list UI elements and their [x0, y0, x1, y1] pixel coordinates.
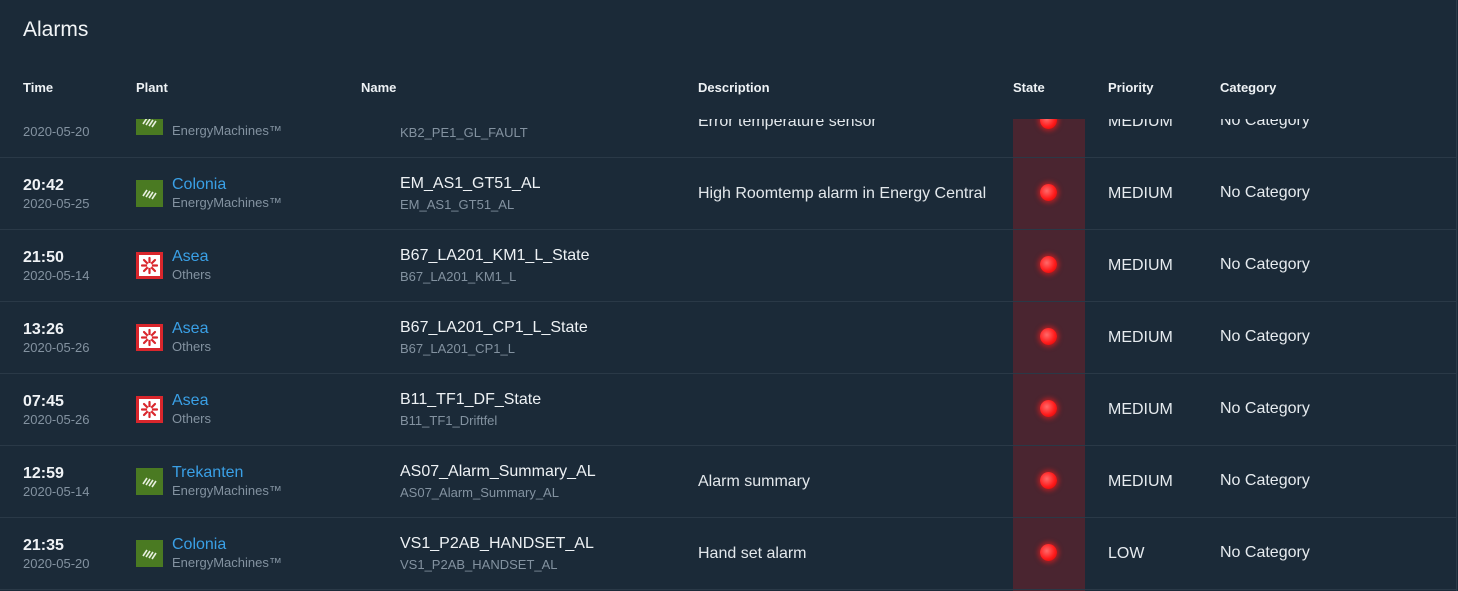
plant-link[interactable]: Colonia — [172, 176, 226, 194]
alarm-row[interactable]: 07:45 2020-05-26 Asea Others B11_TF1_DF_… — [0, 373, 1456, 446]
alarm-description: Error temperature sensor — [698, 119, 877, 130]
alarm-row[interactable]: 21:35 2020-05-20 Colonia EnergyMachines™… — [0, 517, 1456, 590]
column-header-plant[interactable]: Plant — [136, 80, 168, 95]
alarm-name: EM_AS1_GT51_AL — [400, 175, 541, 192]
alarm-tag: B67_LA201_CP1_L — [400, 341, 515, 356]
alarm-date: 2020-05-26 — [23, 340, 90, 355]
alarm-priority: MEDIUM — [1108, 257, 1173, 274]
alarm-date: 2020-05-26 — [23, 412, 90, 427]
alarm-name: B11_TF1_DF_State — [400, 391, 542, 408]
alarm-priority: MEDIUM — [1108, 119, 1173, 130]
column-header-category[interactable]: Category — [1220, 80, 1276, 95]
column-header-time[interactable]: Time — [23, 80, 53, 95]
alarm-description: High Roomtemp alarm in Energy Central — [698, 185, 987, 202]
alarm-tag: KB2_PE1_GL_FAULT — [400, 125, 528, 140]
state-indicator-icon — [1040, 544, 1057, 561]
alarm-row[interactable]: 20:42 2020-05-25 Colonia EnergyMachines™… — [0, 157, 1456, 230]
alarm-priority: LOW — [1108, 545, 1145, 562]
state-indicator-icon — [1040, 400, 1057, 417]
alarm-priority: MEDIUM — [1108, 329, 1173, 346]
alarm-time: 07:45 — [23, 393, 64, 410]
alarm-row[interactable]: 21:50 2020-05-14 Asea Others B67_LA201_K… — [0, 229, 1456, 302]
alarm-priority: MEDIUM — [1108, 473, 1173, 490]
alarm-category: No Category — [1220, 328, 1310, 345]
alarm-category: No Category — [1220, 256, 1310, 273]
state-indicator-icon — [1040, 184, 1057, 201]
column-header-state[interactable]: State — [1013, 80, 1045, 95]
alarm-row[interactable]: 2020-05-20 EnergyMachines™ KB2_PE1_GL_FA… — [0, 119, 1456, 158]
alarm-time: 12:59 — [23, 465, 64, 482]
alarm-row[interactable]: 12:59 2020-05-14 Trekanten EnergyMachine… — [0, 445, 1456, 518]
column-header-description[interactable]: Description — [698, 80, 770, 95]
alarm-description: Alarm summary — [698, 473, 811, 490]
alarm-tag: EM_AS1_GT51_AL — [400, 197, 515, 212]
plant-type: Others — [172, 411, 212, 426]
plant-link[interactable]: Asea — [172, 320, 208, 338]
alarm-date: 2020-05-14 — [23, 484, 90, 499]
alarm-time: 13:26 — [23, 321, 64, 338]
asea-logo-icon — [136, 252, 163, 279]
plant-type: EnergyMachines™ — [172, 195, 282, 210]
state-indicator-icon — [1040, 119, 1057, 129]
asea-logo-icon — [136, 324, 163, 351]
alarms-panel: Alarms Time Plant Name Description State… — [0, 0, 1457, 591]
alarm-list[interactable]: 2020-05-20 EnergyMachines™ KB2_PE1_GL_FA… — [0, 119, 1456, 591]
alarm-category: No Category — [1220, 119, 1310, 129]
plant-link[interactable]: Asea — [172, 392, 208, 410]
alarm-date: 2020-05-20 — [23, 556, 90, 571]
alarm-name: B67_LA201_CP1_L_State — [400, 319, 588, 336]
alarm-date: 2020-05-20 — [23, 124, 90, 139]
plant-link[interactable]: Colonia — [172, 536, 226, 554]
plant-type: Others — [172, 339, 212, 354]
plant-link[interactable]: Trekanten — [172, 464, 243, 482]
alarm-time: 21:35 — [23, 537, 64, 554]
alarm-priority: MEDIUM — [1108, 185, 1173, 202]
alarm-category: No Category — [1220, 472, 1310, 489]
state-indicator-icon — [1040, 472, 1057, 489]
alarm-category: No Category — [1220, 184, 1310, 201]
alarm-name: AS07_Alarm_Summary_AL — [400, 463, 596, 480]
plant-type: Others — [172, 267, 212, 282]
column-header-name[interactable]: Name — [361, 80, 396, 95]
alarm-priority: MEDIUM — [1108, 401, 1173, 418]
plant-type: EnergyMachines™ — [172, 483, 282, 498]
energymachines-logo-icon — [136, 540, 163, 567]
plant-type: EnergyMachines™ — [172, 555, 282, 570]
alarm-description: Hand set alarm — [698, 545, 807, 562]
state-indicator-icon — [1040, 328, 1057, 345]
energymachines-logo-icon — [136, 468, 163, 495]
alarm-name: VS1_P2AB_HANDSET_AL — [400, 535, 594, 552]
alarm-date: 2020-05-25 — [23, 196, 90, 211]
plant-link[interactable]: Asea — [172, 248, 208, 266]
alarm-time: 20:42 — [23, 177, 64, 194]
alarm-tag: AS07_Alarm_Summary_AL — [400, 485, 559, 500]
alarm-name: B67_LA201_KM1_L_State — [400, 247, 590, 264]
plant-type: EnergyMachines™ — [172, 123, 282, 138]
energymachines-logo-icon — [136, 119, 163, 135]
alarm-category: No Category — [1220, 544, 1310, 561]
alarm-tag: VS1_P2AB_HANDSET_AL — [400, 557, 558, 572]
asea-logo-icon — [136, 396, 163, 423]
column-header-priority[interactable]: Priority — [1108, 80, 1154, 95]
alarm-row[interactable]: 13:26 2020-05-26 Asea Others B67_LA201_C… — [0, 301, 1456, 374]
alarm-time: 21:50 — [23, 249, 64, 266]
page-title: Alarms — [23, 18, 89, 41]
energymachines-logo-icon — [136, 180, 163, 207]
alarm-tag: B67_LA201_KM1_L — [400, 269, 517, 284]
alarm-category: No Category — [1220, 400, 1310, 417]
alarm-tag: B11_TF1_Driftfel — [400, 413, 498, 428]
alarm-date: 2020-05-14 — [23, 268, 90, 283]
state-indicator-icon — [1040, 256, 1057, 273]
